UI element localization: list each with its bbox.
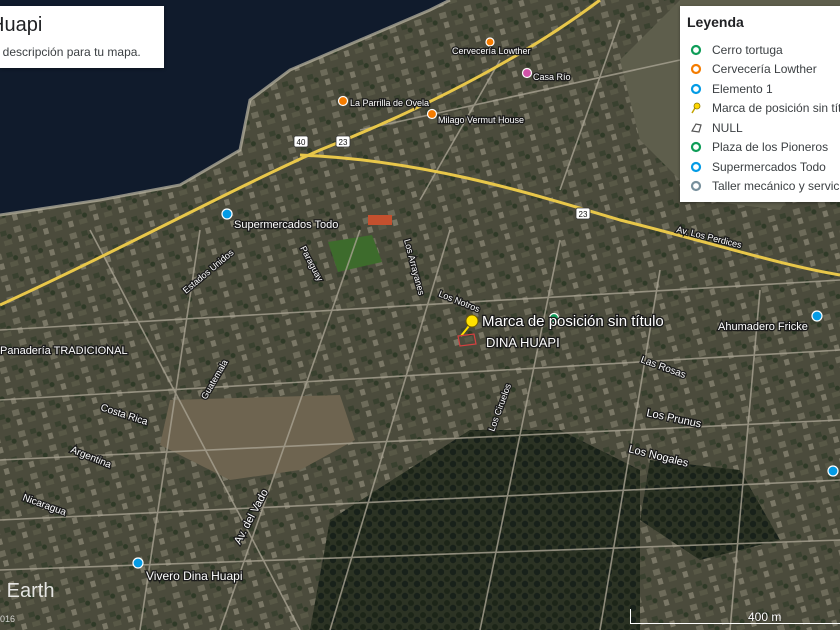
imagery-year: 016	[0, 614, 16, 624]
green-circle-icon	[690, 44, 702, 56]
cerveceria-label: Cervecería Lowther	[452, 46, 531, 56]
east-edge-marker-icon[interactable]	[827, 465, 839, 477]
legend-item-plaza-pioneros[interactable]: Plaza de los Pioneros	[680, 139, 840, 157]
legend-item-placemark[interactable]: Marca de posición sin título	[680, 100, 840, 118]
map-title: Huapi	[0, 14, 43, 36]
google-earth-logo: e Earth	[0, 580, 55, 602]
milago-vermut-label: Milago Vermut House	[438, 115, 524, 125]
scale-bar-line	[630, 609, 840, 624]
yellow-pushpin-icon	[691, 102, 701, 114]
casa-rio-label: Casa Río	[533, 72, 571, 82]
legend-item-elemento-1[interactable]: Elemento 1	[680, 81, 840, 99]
milago-vermut-marker-icon[interactable]	[426, 108, 438, 120]
vivero-marker-icon[interactable]	[132, 557, 144, 569]
route-shield-23-east: 23	[575, 207, 591, 220]
ahumadero-marker-icon[interactable]	[811, 310, 823, 322]
legend-item-cerveceria-lowther[interactable]: Cervecería Lowther	[680, 61, 840, 79]
svg-text:23: 23	[579, 210, 588, 219]
supermercados-todo-marker-icon[interactable]	[221, 208, 233, 220]
supermercados-todo-label: Supermercados Todo	[234, 219, 338, 231]
scale-bar-label: 400 m	[748, 610, 782, 624]
red-roof-building	[368, 215, 392, 225]
vivero-label: Vivero Dina Huapi	[146, 569, 243, 583]
route-shield-40: 40	[293, 135, 309, 148]
route-shield-23: 23	[335, 135, 351, 148]
la-parrilla-marker-icon[interactable]	[337, 95, 349, 107]
panaderia-label: Panadería TRADICIONAL	[0, 345, 128, 357]
orange-circle-icon	[690, 63, 702, 75]
cerveceria-marker-icon[interactable]	[485, 37, 495, 47]
polygon-outline-icon	[691, 123, 702, 133]
map-title-card[interactable]: Huapi na descripción para tu mapa.	[0, 6, 164, 68]
map-description: na descripción para tu mapa.	[0, 45, 141, 59]
gray-circle-icon	[690, 180, 702, 192]
legend-panel[interactable]: Leyenda Cerro tortuga Cervecería Lowther…	[680, 6, 840, 202]
blue-circle-icon	[690, 161, 702, 173]
placemark-label: Marca de posición sin título	[482, 313, 664, 330]
casa-rio-marker-icon[interactable]	[521, 67, 533, 79]
svg-text:40: 40	[297, 138, 306, 147]
blue-circle-icon	[690, 83, 702, 95]
dina-huapi-label: DINA HUAPI	[486, 335, 560, 350]
legend-item-cerro-tortuga[interactable]: Cerro tortuga	[680, 42, 840, 60]
teal-circle-icon	[690, 141, 702, 153]
legend-item-taller-mecanico[interactable]: Taller mecánico y servicio	[680, 178, 840, 196]
legend-item-null[interactable]: NULL	[680, 120, 840, 138]
svg-text:23: 23	[339, 138, 348, 147]
map-viewport[interactable]: 40 23 23 Marca de posición sin título DI…	[0, 0, 840, 630]
scale-bar: 400 m	[630, 609, 840, 626]
legend-item-supermercados-todo[interactable]: Supermercados Todo	[680, 159, 840, 177]
legend-heading: Leyenda	[687, 14, 744, 30]
ahumadero-label: Ahumadero Fricke	[718, 321, 808, 333]
la-parrilla-label: La Parrilla de Ovela	[350, 98, 429, 108]
